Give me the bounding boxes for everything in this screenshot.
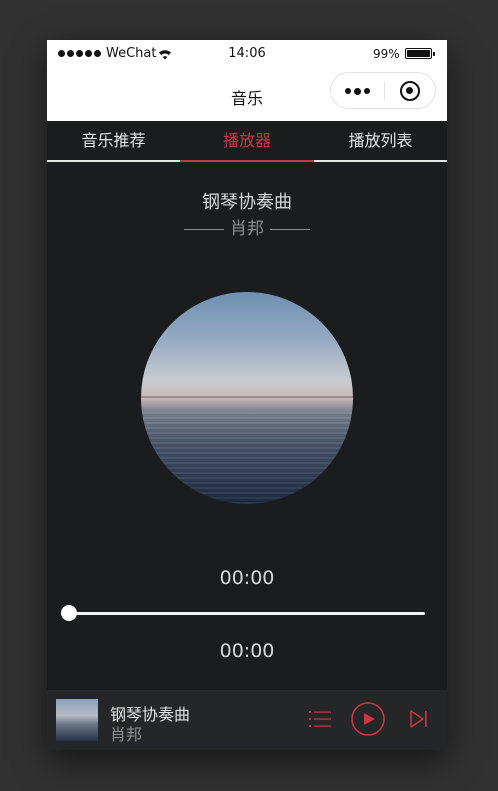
nav-bar: 音乐: [47, 69, 447, 121]
mini-song-artist: 肖邦: [110, 725, 143, 744]
mini-album-cover: [56, 699, 98, 741]
song-title: 钢琴协奏曲: [202, 192, 292, 213]
playlist-icon[interactable]: [309, 709, 331, 729]
more-dots-icon[interactable]: [345, 87, 370, 95]
capsule-divider: [384, 82, 385, 100]
artist-dash-left: [184, 228, 224, 230]
battery-percent: 99%: [373, 47, 400, 61]
progress-slider[interactable]: [61, 605, 425, 621]
album-cover: [141, 292, 353, 504]
total-time: 00:00: [219, 640, 275, 662]
progress-thumb[interactable]: [61, 605, 77, 621]
tab-music-recommend[interactable]: 音乐推荐: [47, 121, 180, 160]
mini-player[interactable]: 钢琴协奏曲 肖邦: [47, 690, 447, 750]
artist-line: 肖邦: [47, 214, 447, 239]
artist-dash-right: [270, 228, 310, 230]
song-artist: 肖邦: [230, 219, 264, 239]
tab-playlist[interactable]: 播放列表: [314, 121, 447, 160]
skip-next-icon[interactable]: [408, 708, 430, 730]
battery-icon: [405, 48, 435, 59]
tab-bar: 音乐推荐 播放器 播放列表: [47, 121, 447, 162]
tab-player[interactable]: 播放器: [180, 121, 314, 162]
phone-frame: WeChat 14:06 99% 音乐 音乐推荐 播放器 播放列表 钢琴协奏曲 …: [47, 40, 447, 750]
status-bar: WeChat 14:06 99%: [47, 40, 447, 69]
battery-fill: [407, 50, 430, 57]
mini-program-capsule: [330, 72, 436, 109]
target-icon[interactable]: [400, 81, 420, 101]
current-time: 00:00: [219, 567, 275, 589]
play-circle-icon[interactable]: [351, 702, 385, 736]
